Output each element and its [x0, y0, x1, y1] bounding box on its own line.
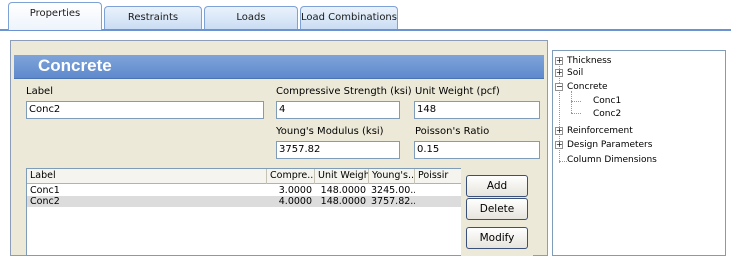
modify-button[interactable]: Modify — [466, 227, 528, 249]
label-input[interactable]: Conc2 — [26, 101, 264, 119]
materials-list[interactable]: Label Compre... Unit Weight Young's... P… — [26, 168, 466, 256]
tab-load-combinations[interactable]: Load Combinations — [300, 6, 398, 30]
youngs-modulus-input[interactable]: 3757.82 — [276, 141, 400, 159]
tab-underline — [0, 29, 731, 31]
compressive-strength-input[interactable]: 4 — [276, 101, 400, 119]
tree-item-conc2[interactable]: Conc2 — [593, 109, 621, 119]
tab-restraints[interactable]: Restraints — [104, 6, 202, 30]
collapse-icon[interactable]: − — [555, 83, 563, 91]
expand-icon[interactable]: + — [555, 69, 563, 77]
cell-label: Conc2 — [30, 196, 60, 207]
compressive-strength-label: Compressive Strength (ksi) — [276, 86, 412, 97]
cell-youngs: 3245.00... — [371, 185, 415, 196]
tree-item-column-dimensions[interactable]: Column Dimensions — [567, 155, 657, 165]
list-header: Label Compre... Unit Weight Young's... P… — [27, 169, 465, 184]
tree-line — [559, 161, 567, 162]
tree-item-label: Thickness — [567, 56, 612, 66]
tree-item-label: Concrete — [567, 82, 608, 92]
tab-properties[interactable]: Properties — [8, 2, 102, 30]
cell-label: Conc1 — [30, 185, 60, 196]
cell-unit-weight: 148.0000 — [320, 185, 366, 196]
column-header-youngs[interactable]: Young's... — [369, 169, 415, 184]
expand-icon[interactable]: + — [555, 127, 563, 135]
table-row[interactable]: Conc2 4.0000 148.0000 3757.82... — [27, 196, 465, 207]
delete-button[interactable]: Delete — [466, 198, 528, 220]
cell-compressive: 3.0000 — [278, 185, 312, 196]
column-header-label[interactable]: Label — [27, 169, 267, 184]
unit-weight-input[interactable]: 148 — [414, 101, 540, 119]
tree-item-label: Soil — [567, 68, 584, 78]
tree-item-label: Reinforcement — [567, 126, 633, 136]
properties-tree[interactable]: + Thickness + Soil − Concrete Conc1 Conc… — [552, 50, 726, 256]
add-button[interactable]: Add — [466, 175, 528, 197]
column-header-compressive[interactable]: Compre... — [267, 169, 315, 184]
cell-youngs: 3757.82... — [371, 196, 415, 207]
tree-item-conc1[interactable]: Conc1 — [593, 96, 621, 106]
unit-weight-label: Unit Weight (pcf) — [415, 86, 500, 97]
tree-line — [571, 101, 581, 102]
cell-unit-weight: 148.0000 — [320, 196, 366, 207]
table-row[interactable]: Conc1 3.0000 148.0000 3245.00... — [27, 185, 465, 196]
column-header-poissons[interactable]: Poissir — [415, 169, 465, 184]
tree-line — [571, 91, 572, 113]
poissons-ratio-input[interactable]: 0.15 — [414, 141, 540, 159]
youngs-modulus-label: Young's Modulus (ksi) — [276, 126, 384, 137]
expand-icon[interactable]: + — [555, 57, 563, 65]
section-header: Concrete — [14, 55, 544, 79]
cell-compressive: 4.0000 — [278, 196, 312, 207]
label-field-label: Label — [26, 86, 53, 97]
tab-loads[interactable]: Loads — [204, 6, 298, 30]
tree-line — [571, 113, 581, 114]
expand-icon[interactable]: + — [555, 141, 563, 149]
section-title: Concrete — [38, 56, 112, 75]
column-header-unit-weight[interactable]: Unit Weight — [315, 169, 369, 184]
poissons-ratio-label: Poisson's Ratio — [415, 126, 490, 137]
tree-item-label: Design Parameters — [567, 140, 653, 150]
tab-bar: Properties Restraints Loads Load Combina… — [0, 0, 731, 31]
